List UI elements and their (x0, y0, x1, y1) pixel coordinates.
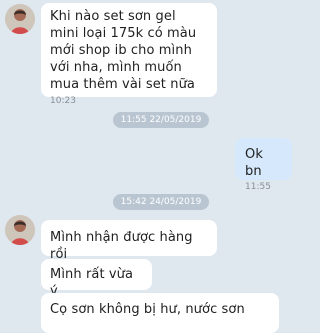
date-separator: 15:42 24/05/2019 (113, 194, 209, 210)
message-time: 11:55 (245, 182, 271, 192)
person-avatar-icon (5, 4, 35, 34)
chat-thread: Khi nào set sơn gel mini loại 175k có mà… (0, 0, 320, 333)
incoming-message[interactable]: Mình nhận được hàng rồi (41, 220, 217, 262)
contact-avatar[interactable] (5, 4, 35, 34)
outgoing-message[interactable]: Ok bn 11:55 (235, 138, 292, 192)
contact-avatar[interactable] (5, 215, 35, 245)
message-text: Ok bn (245, 147, 263, 179)
message-text: Cọ sơn không bị hư, nước sơn (50, 302, 245, 317)
message-time: 10:23 (50, 96, 76, 106)
person-avatar-icon (5, 215, 35, 245)
message-text: Khi nào set sơn gel mini loại 175k có mà… (50, 9, 197, 92)
incoming-message[interactable]: Mình rất vừa ý (41, 259, 152, 299)
date-separator: 11:55 22/05/2019 (113, 112, 209, 128)
incoming-message[interactable]: Cọ sơn không bị hư, nước sơn (41, 293, 279, 333)
message-text: Mình nhận được hàng rồi (50, 230, 193, 262)
incoming-message[interactable]: Khi nào set sơn gel mini loại 175k có mà… (41, 3, 217, 106)
